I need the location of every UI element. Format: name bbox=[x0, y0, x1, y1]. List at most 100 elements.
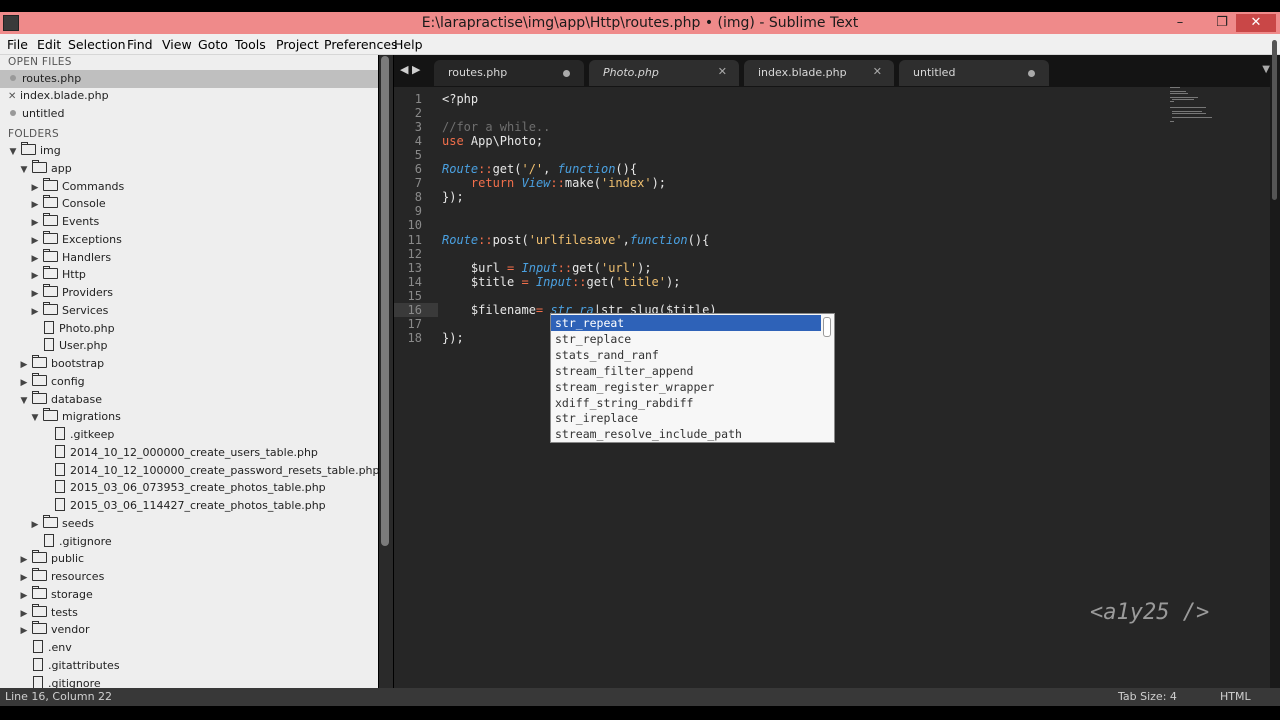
file-item[interactable]: 2015_03_06_114427_create_photos_table.ph… bbox=[41, 497, 326, 515]
folder-item[interactable]: ▼ database bbox=[19, 390, 102, 410]
autocomplete-item[interactable]: str_replace bbox=[551, 331, 821, 347]
open-file-item[interactable]: ✕ index.blade.php bbox=[0, 87, 109, 105]
folder-item[interactable]: ▶ Http bbox=[30, 266, 86, 284]
tab-size[interactable]: Tab Size: 4 bbox=[1118, 690, 1177, 703]
disclosure-closed-icon[interactable]: ▶ bbox=[19, 374, 29, 392]
disclosure-closed-icon[interactable]: ▶ bbox=[19, 569, 29, 587]
code-line[interactable]: use App\Photo; bbox=[442, 134, 543, 148]
disclosure-closed-icon[interactable]: ▶ bbox=[19, 605, 29, 623]
syntax-mode[interactable]: HTML bbox=[1220, 690, 1251, 703]
close-icon[interactable]: ✕ bbox=[718, 65, 727, 78]
file-item[interactable]: User.php bbox=[30, 337, 108, 355]
disclosure-closed-icon[interactable]: ▶ bbox=[30, 179, 40, 197]
disclosure-open-icon[interactable]: ▼ bbox=[8, 143, 18, 161]
folder-item[interactable]: ▼ app bbox=[19, 159, 72, 179]
autocomplete-item[interactable]: stream_register_wrapper bbox=[551, 379, 821, 395]
folder-item[interactable]: ▶ Providers bbox=[30, 284, 113, 302]
close-icon[interactable]: ✕ bbox=[873, 65, 882, 78]
disclosure-open-icon[interactable]: ▼ bbox=[30, 409, 40, 427]
menu-help[interactable]: Help bbox=[394, 37, 423, 52]
open-file-item[interactable]: routes.php bbox=[0, 70, 378, 88]
autocomplete-item[interactable]: stream_resolve_include_path bbox=[551, 426, 821, 442]
code-line[interactable]: $url = Input::get('url'); bbox=[442, 261, 652, 275]
disclosure-closed-icon[interactable]: ▶ bbox=[30, 303, 40, 321]
tab-photo-php[interactable]: Photo.php ✕ bbox=[589, 60, 739, 86]
folder-item[interactable]: ▶ Console bbox=[30, 195, 106, 213]
file-item[interactable]: .env bbox=[19, 639, 72, 657]
unsaved-dot-icon[interactable] bbox=[563, 70, 570, 77]
code-line[interactable]: $title = Input::get('title'); bbox=[442, 275, 681, 289]
file-item[interactable]: 2015_03_06_073953_create_photos_table.ph… bbox=[41, 479, 326, 497]
folder-item[interactable]: ▶ Exceptions bbox=[30, 230, 122, 250]
autocomplete-item[interactable]: stream_filter_append bbox=[551, 363, 821, 379]
disclosure-closed-icon[interactable]: ▶ bbox=[19, 356, 29, 374]
tab-untitled[interactable]: untitled bbox=[899, 60, 1049, 86]
close-icon[interactable]: ✕ bbox=[8, 88, 16, 106]
folder-item[interactable]: ▶ bootstrap bbox=[19, 355, 104, 373]
tab-index-blade-php[interactable]: index.blade.php ✕ bbox=[744, 60, 894, 86]
autocomplete-popup[interactable]: str_repeat str_replace stats_rand_ranf stre… bbox=[550, 313, 835, 443]
file-item[interactable]: .gitattributes bbox=[19, 657, 120, 675]
unsaved-dot-icon[interactable] bbox=[1028, 70, 1035, 77]
code-line[interactable]: }); bbox=[442, 331, 464, 345]
disclosure-closed-icon[interactable]: ▶ bbox=[19, 587, 29, 605]
disclosure-closed-icon[interactable]: ▶ bbox=[19, 622, 29, 640]
file-item[interactable]: 2014_10_12_000000_create_users_table.php bbox=[41, 444, 318, 462]
folder-item[interactable]: ▶ seeds bbox=[30, 514, 94, 534]
menu-view[interactable]: View bbox=[162, 37, 192, 52]
open-file-item[interactable]: untitled bbox=[0, 105, 64, 123]
minimize-button[interactable]: – bbox=[1168, 14, 1192, 32]
disclosure-closed-icon[interactable]: ▶ bbox=[30, 250, 40, 268]
code-line[interactable]: Route::post('urlfilesave',function(){ bbox=[442, 233, 709, 247]
disclosure-open-icon[interactable]: ▼ bbox=[19, 161, 29, 179]
folder-item[interactable]: ▶ vendor bbox=[19, 621, 89, 639]
folder-item[interactable]: ▶ Services bbox=[30, 301, 108, 321]
disclosure-closed-icon[interactable]: ▶ bbox=[30, 196, 40, 214]
folder-item[interactable]: ▶ tests bbox=[19, 603, 78, 623]
code-line[interactable]: //for a while.. bbox=[442, 120, 550, 134]
close-window-button[interactable]: ✕ bbox=[1236, 14, 1276, 32]
code-line[interactable]: return View::make('index'); bbox=[442, 176, 666, 190]
autocomplete-item[interactable]: str_repeat bbox=[551, 315, 821, 331]
folder-item[interactable]: ▶ public bbox=[19, 550, 84, 568]
tab-routes-php[interactable]: routes.php bbox=[434, 60, 584, 86]
menu-file[interactable]: File bbox=[7, 37, 28, 52]
menu-project[interactable]: Project bbox=[276, 37, 319, 52]
folder-item[interactable]: ▼ img bbox=[8, 142, 61, 160]
file-item[interactable]: 2014_10_12_100000_create_password_resets… bbox=[41, 462, 378, 480]
folder-item[interactable]: ▶ Commands bbox=[30, 177, 124, 197]
code-line[interactable]: <?php bbox=[442, 92, 478, 106]
folder-item[interactable]: ▶ resources bbox=[19, 568, 104, 586]
restore-button[interactable]: ❐ bbox=[1210, 14, 1234, 32]
code-area[interactable]: 1 2 3 4 5 6 7 8 9 10 11 12 13 14 15 16 17 18 <?php//for a… bbox=[394, 87, 1280, 688]
folder-item[interactable]: ▶ config bbox=[19, 372, 85, 392]
autocomplete-item[interactable]: str_ireplace bbox=[551, 410, 821, 426]
code-line[interactable]: }); bbox=[442, 190, 464, 204]
disclosure-open-icon[interactable]: ▼ bbox=[19, 392, 29, 410]
sidebar-scrollbar-thumb[interactable] bbox=[381, 56, 389, 546]
folder-item[interactable]: ▶ Events bbox=[30, 213, 99, 231]
disclosure-closed-icon[interactable]: ▶ bbox=[19, 551, 29, 569]
file-item[interactable]: .gitkeep bbox=[41, 426, 114, 444]
disclosure-closed-icon[interactable]: ▶ bbox=[30, 232, 40, 250]
file-item[interactable]: .gitignore bbox=[30, 533, 112, 551]
menu-goto[interactable]: Goto bbox=[198, 37, 228, 52]
disclosure-closed-icon[interactable]: ▶ bbox=[30, 285, 40, 303]
menu-selection[interactable]: Selection bbox=[68, 37, 126, 52]
tab-overflow-icon[interactable]: ▼ bbox=[1262, 64, 1270, 75]
tab-nav-arrows-icon[interactable]: ◀ ▶ bbox=[400, 63, 420, 76]
folder-item[interactable]: ▼ migrations bbox=[30, 408, 121, 426]
disclosure-closed-icon[interactable]: ▶ bbox=[30, 516, 40, 534]
disclosure-closed-icon[interactable]: ▶ bbox=[30, 214, 40, 232]
folder-item[interactable]: ▶ Handlers bbox=[30, 248, 111, 268]
menu-edit[interactable]: Edit bbox=[37, 37, 61, 52]
code-line[interactable]: Route::get('/', function(){ bbox=[442, 162, 637, 176]
menu-find[interactable]: Find bbox=[127, 37, 153, 52]
autocomplete-item[interactable]: stats_rand_ranf bbox=[551, 347, 821, 363]
minimap[interactable] bbox=[1170, 87, 1215, 123]
menu-preferences[interactable]: Preferences bbox=[324, 37, 398, 52]
editor-scrollbar-thumb[interactable] bbox=[1272, 40, 1277, 200]
autocomplete-item[interactable]: xdiff_string_rabdiff bbox=[551, 395, 821, 411]
file-item[interactable]: .gitignore bbox=[19, 675, 101, 688]
folder-item[interactable]: ▶ storage bbox=[19, 585, 93, 605]
